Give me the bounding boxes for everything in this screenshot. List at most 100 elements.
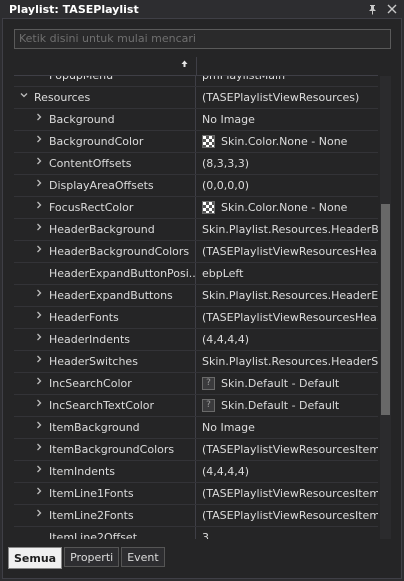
property-row[interactable]: IncSearchColor? Skin.Default - Default	[14, 373, 378, 395]
property-name: Resources	[14, 87, 196, 108]
property-value[interactable]: No Image	[197, 109, 378, 130]
property-row[interactable]: ContentOffsets (8,3,3,3)	[14, 153, 378, 175]
chevron-right-icon[interactable]	[34, 285, 44, 306]
property-row[interactable]: ItemLine2Fonts (TASEPlaylistViewResources…	[14, 505, 378, 527]
property-value[interactable]: Skin.Color.None - None	[197, 131, 378, 152]
property-row[interactable]: ItemBackgroundColors (TASEPlaylistViewRes…	[14, 439, 378, 461]
property-row[interactable]: HeaderExpandButtonPosi... ebpLeft	[14, 263, 378, 285]
chevron-right-icon[interactable]	[34, 197, 44, 218]
property-value[interactable]: pmPlaylistMain	[197, 76, 378, 86]
chevron-right-icon[interactable]	[34, 307, 44, 328]
property-value-text: (4,4,4,4)	[202, 465, 250, 478]
property-value[interactable]: 3	[197, 527, 378, 539]
property-value-text: (4,4,4,4)	[202, 333, 250, 346]
chevron-right-icon[interactable]	[34, 175, 44, 196]
property-name-text: HeaderBackgroundColors	[49, 245, 190, 258]
column-divider[interactable]	[196, 57, 197, 76]
property-value[interactable]: Skin.Playlist.Resources.HeaderE...	[197, 285, 378, 306]
property-value[interactable]: Skin.Color.None - None	[197, 197, 378, 218]
chevron-right-icon[interactable]	[34, 351, 44, 372]
property-row[interactable]: ItemLine1Fonts (TASEPlaylistViewResources…	[14, 483, 378, 505]
property-value[interactable]: ? Skin.Default - Default	[197, 373, 378, 394]
chevron-right-icon[interactable]	[34, 109, 44, 130]
pin-icon[interactable]	[364, 1, 380, 17]
search-input[interactable]: Ketik disini untuk mulai mencari	[14, 29, 391, 49]
property-value[interactable]: (TASEPlaylistViewResources)	[197, 87, 378, 108]
property-value-text: (0,0,0,0)	[202, 179, 250, 192]
tab-properti[interactable]: Properti	[64, 547, 120, 567]
property-value[interactable]: (TASEPlaylistViewResourcesItem...	[197, 439, 378, 460]
chevron-right-icon[interactable]	[34, 373, 44, 394]
sort-up-arrow-icon[interactable]	[180, 59, 189, 71]
property-row[interactable]: HeaderBackgroundColors (TASEPlaylistViewR…	[14, 241, 378, 263]
property-row[interactable]: Background No Image	[14, 109, 378, 131]
property-value-text: (8,3,3,3)	[202, 157, 250, 170]
chevron-right-icon[interactable]	[34, 483, 44, 504]
property-value[interactable]: (0,0,0,0)	[197, 175, 378, 196]
property-value-text: (TASEPlaylistViewResourcesItem...	[202, 487, 378, 500]
chevron-right-icon[interactable]	[34, 241, 44, 262]
property-value-text: Skin.Playlist.Resources.HeaderE...	[202, 289, 378, 302]
chevron-right-icon[interactable]	[34, 395, 44, 416]
vertical-scrollbar[interactable]	[380, 76, 391, 539]
property-name-text: Resources	[34, 91, 91, 104]
property-row[interactable]: FocusRectColor Skin.Color.None - None	[14, 197, 378, 219]
tab-semua[interactable]: Semua	[8, 547, 63, 569]
property-row[interactable]: HeaderBackground Skin.Playlist.Resources.…	[14, 219, 378, 241]
property-name-text: Background	[49, 113, 115, 126]
property-row[interactable]: BackgroundColor Skin.Color.None - None	[14, 131, 378, 153]
property-name: ContentOffsets	[14, 153, 196, 174]
property-value[interactable]: ? Skin.Default - Default	[197, 395, 378, 416]
property-row[interactable]: ItemIndents (4,4,4,4)	[14, 461, 378, 483]
property-value[interactable]: (TASEPlaylistViewResourcesHea...	[197, 307, 378, 328]
chevron-right-icon[interactable]	[34, 153, 44, 174]
property-row[interactable]: HeaderFonts (TASEPlaylistViewResourcesHea…	[14, 307, 378, 329]
property-row[interactable]: HeaderIndents (4,4,4,4)	[14, 329, 378, 351]
window-title: Playlist: TASEPlaylist	[9, 2, 139, 16]
property-value-text: Skin.Playlist.Resources.HeaderS...	[202, 355, 378, 368]
property-row[interactable]: ItemLine2Offset 3	[14, 527, 378, 539]
property-name-text: DisplayAreaOffsets	[49, 179, 154, 192]
property-row[interactable]: HeaderExpandButtons Skin.Playlist.Resourc…	[14, 285, 378, 307]
chevron-right-icon[interactable]	[34, 219, 44, 240]
color-none-swatch-icon	[202, 135, 215, 148]
property-value[interactable]: (4,4,4,4)	[197, 461, 378, 482]
chevron-right-icon[interactable]	[34, 131, 44, 152]
property-name-text: ItemLine2Offset	[49, 531, 138, 539]
property-value-text: (TASEPlaylistViewResourcesItem...	[202, 443, 378, 456]
property-name: HeaderIndents	[14, 329, 196, 350]
property-row[interactable]: PopupMenu pmPlaylistMain	[14, 76, 378, 87]
chevron-right-icon[interactable]	[34, 417, 44, 438]
property-row[interactable]: HeaderSwitches Skin.Playlist.Resources.He…	[14, 351, 378, 373]
scrollbar-thumb[interactable]	[381, 204, 390, 415]
property-value[interactable]: Skin.Playlist.Resources.HeaderS...	[197, 351, 378, 372]
chevron-down-icon[interactable]	[19, 87, 29, 108]
property-value[interactable]: (TASEPlaylistViewResourcesItem...	[197, 505, 378, 526]
property-name-text: HeaderSwitches	[49, 355, 138, 368]
property-row[interactable]: DisplayAreaOffsets (0,0,0,0)	[14, 175, 378, 197]
property-value-text: (TASEPlaylistViewResourcesItem...	[202, 509, 378, 522]
property-name: HeaderExpandButtons	[14, 285, 196, 306]
chevron-right-icon[interactable]	[34, 461, 44, 482]
chevron-right-icon[interactable]	[34, 439, 44, 460]
grid-header[interactable]	[14, 57, 378, 76]
property-value[interactable]: (4,4,4,4)	[197, 329, 378, 350]
property-value[interactable]: Skin.Playlist.Resources.HeaderB...	[197, 219, 378, 240]
property-value-text: 3	[202, 531, 209, 539]
chevron-right-icon[interactable]	[34, 329, 44, 350]
property-row[interactable]: ItemBackground No Image	[14, 417, 378, 439]
property-name: HeaderSwitches	[14, 351, 196, 372]
property-value[interactable]: (TASEPlaylistViewResourcesHea...	[197, 241, 378, 262]
property-value[interactable]: No Image	[197, 417, 378, 438]
property-name-text: ItemLine2Fonts	[49, 509, 134, 522]
property-name-text: ItemBackground	[49, 421, 140, 434]
chevron-right-icon[interactable]	[34, 505, 44, 526]
property-value[interactable]: (8,3,3,3)	[197, 153, 378, 174]
property-row[interactable]: IncSearchTextColor? Skin.Default - Defaul…	[14, 395, 378, 417]
property-value[interactable]: ebpLeft	[197, 263, 378, 284]
property-name-text: HeaderFonts	[49, 311, 119, 324]
close-icon[interactable]	[384, 1, 400, 17]
property-value[interactable]: (TASEPlaylistViewResourcesItem...	[197, 483, 378, 504]
property-row[interactable]: Resources (TASEPlaylistViewResources)	[14, 87, 378, 109]
tab-event[interactable]: Event	[121, 547, 165, 567]
